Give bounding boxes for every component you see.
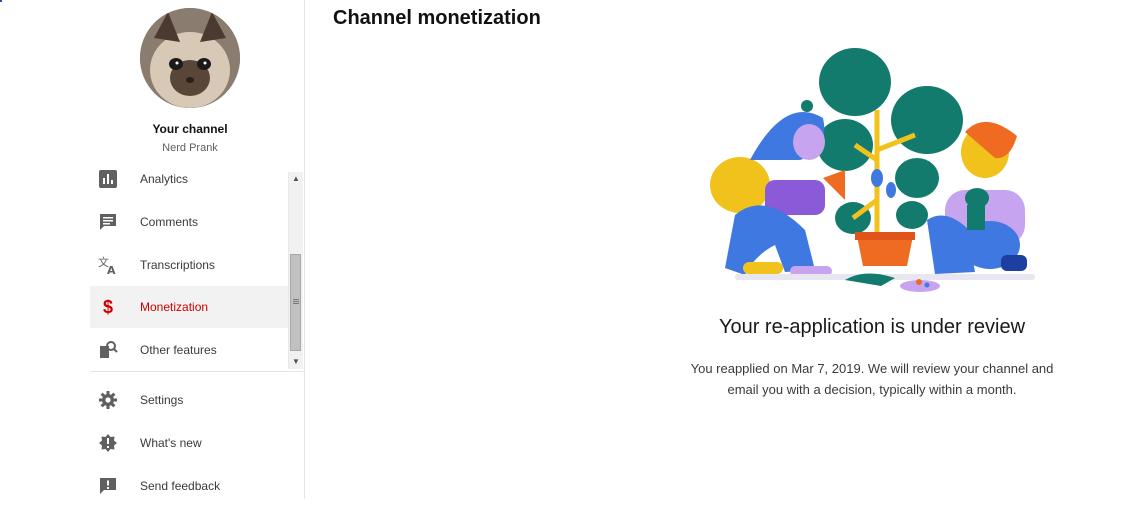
dollar-icon: $ bbox=[102, 296, 113, 317]
svg-text:A: A bbox=[107, 264, 116, 275]
review-status-title: Your re-application is under review bbox=[718, 316, 1026, 338]
sidebar-item-comments[interactable]: Comments bbox=[90, 201, 288, 243]
other-features-icon bbox=[98, 340, 118, 360]
scroll-thumb[interactable] bbox=[290, 254, 301, 351]
sidebar-item-label: Other features bbox=[140, 343, 217, 357]
sidebar-item-other-features[interactable]: Other features bbox=[90, 329, 288, 371]
corner-marker bbox=[0, 0, 2, 2]
sidebar-item-label: Analytics bbox=[140, 172, 189, 186]
scroll-up-arrow-icon[interactable]: ▲ bbox=[289, 172, 303, 186]
sidebar: Your channel Nerd Prank Analytics Commen… bbox=[90, 0, 305, 499]
sidebar-item-label: Transcriptions bbox=[140, 258, 215, 272]
analytics-icon bbox=[98, 169, 118, 189]
channel-name: Nerd Prank bbox=[162, 142, 218, 154]
review-illustration bbox=[710, 48, 1035, 292]
review-description-line-2: email you with a decision, typically wit… bbox=[727, 382, 1017, 397]
comments-icon bbox=[98, 212, 118, 232]
channel-avatar[interactable] bbox=[140, 8, 240, 108]
nav-scrollbar[interactable]: ▲ ▼ bbox=[288, 172, 303, 369]
scroll-down-arrow-icon[interactable]: ▼ bbox=[289, 355, 303, 369]
sidebar-item-monetization[interactable]: $ Monetization bbox=[90, 286, 288, 328]
translate-icon: 文A bbox=[98, 255, 118, 275]
sidebar-item-transcriptions[interactable]: 文A Transcriptions bbox=[90, 244, 288, 286]
sidebar-item-label: Comments bbox=[140, 215, 199, 229]
sidebar-item-label: What's new bbox=[140, 436, 202, 450]
cat-avatar-image bbox=[140, 8, 240, 108]
sidebar-item-whats-new[interactable]: What's new bbox=[90, 422, 288, 464]
review-description-line-1: You reapplied on Mar 7, 2019. We will re… bbox=[690, 361, 1054, 376]
sidebar-divider bbox=[90, 371, 304, 372]
sidebar-item-label: Send feedback bbox=[140, 479, 221, 493]
sidebar-item-settings[interactable]: Settings bbox=[90, 379, 288, 421]
sidebar-item-label: Settings bbox=[140, 393, 184, 407]
sidebar-item-send-feedback[interactable]: Send feedback bbox=[90, 465, 288, 507]
gear-icon bbox=[98, 390, 118, 410]
sidebar-item-label: Monetization bbox=[140, 300, 209, 314]
page-title: Channel monetization bbox=[333, 7, 541, 29]
feedback-icon bbox=[98, 476, 118, 496]
sidebar-item-analytics[interactable]: Analytics bbox=[90, 158, 288, 200]
whats-new-icon bbox=[98, 433, 118, 453]
nav-list: Analytics Comments 文A Transcriptions $ M… bbox=[90, 158, 304, 371]
your-channel-label[interactable]: Your channel bbox=[90, 122, 290, 136]
